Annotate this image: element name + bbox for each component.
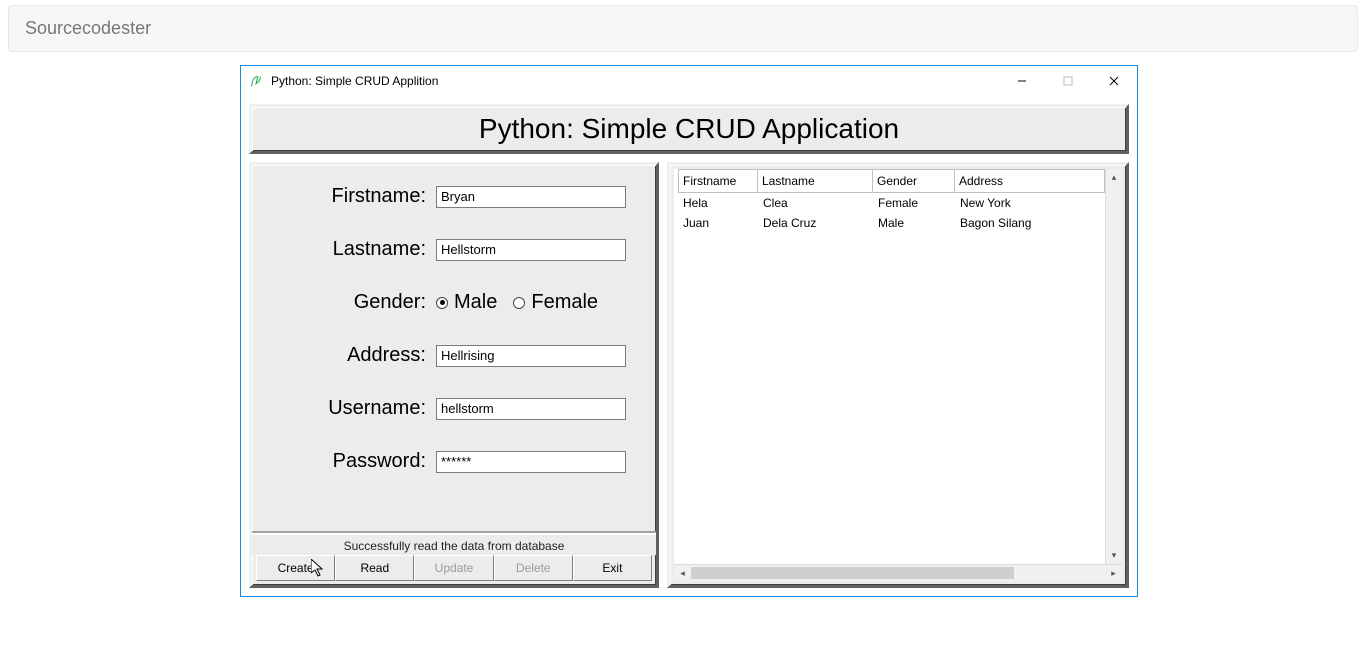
col-lastname[interactable]: Lastname: [758, 169, 873, 193]
col-firstname[interactable]: Firstname: [678, 169, 758, 193]
lastname-input[interactable]: [436, 239, 626, 261]
cell: New York: [955, 196, 1105, 210]
close-button[interactable]: [1091, 66, 1137, 96]
cell: Bagon Silang: [955, 216, 1105, 230]
app-header-panel: Python: Simple CRUD Application: [249, 104, 1129, 154]
gender-row: Gender: Male Female: [266, 291, 642, 314]
form-panel: Firstname: Lastname: Gender: Male: [249, 162, 659, 588]
table-row[interactable]: Hela Clea Female New York: [674, 193, 1105, 213]
address-input[interactable]: [436, 345, 626, 367]
cell: Hela: [678, 196, 758, 210]
password-input[interactable]: [436, 451, 626, 473]
radio-male-label: Male: [454, 291, 497, 314]
horizontal-scrollbar[interactable]: ◂ ▸: [674, 564, 1122, 581]
site-header: Sourcecodester: [8, 5, 1358, 52]
password-label: Password:: [266, 450, 436, 473]
create-button[interactable]: Create: [256, 555, 335, 581]
radio-female[interactable]: [513, 297, 525, 309]
tree-content: Firstname Lastname Gender Address Hela C…: [674, 169, 1105, 564]
address-label: Address:: [266, 344, 436, 367]
app-heading: Python: Simple CRUD Application: [479, 113, 899, 145]
app-window: Python: Simple CRUD Applition Python: Si…: [240, 65, 1138, 597]
cell: Male: [873, 216, 955, 230]
delete-button[interactable]: Delete: [494, 555, 573, 581]
password-row: Password:: [266, 450, 642, 473]
minimize-button[interactable]: [999, 66, 1045, 96]
window-controls: [999, 66, 1137, 96]
read-button-label: Read: [360, 561, 389, 575]
exit-button[interactable]: Exit: [573, 555, 652, 581]
firstname-row: Firstname:: [266, 185, 642, 208]
vertical-scrollbar[interactable]: ▴ ▾: [1105, 169, 1122, 564]
read-button[interactable]: Read: [335, 555, 414, 581]
table-row[interactable]: Juan Dela Cruz Male Bagon Silang: [674, 213, 1105, 233]
radio-male[interactable]: [436, 297, 448, 309]
site-title: Sourcecodester: [25, 18, 151, 38]
lastname-row: Lastname:: [266, 238, 642, 261]
gender-radio-group: Male Female: [436, 291, 598, 314]
scroll-down-icon[interactable]: ▾: [1106, 547, 1122, 564]
maximize-button[interactable]: [1045, 66, 1091, 96]
radio-female-label: Female: [531, 291, 598, 314]
delete-button-label: Delete: [516, 561, 551, 575]
table-header-row: Firstname Lastname Gender Address: [674, 169, 1105, 193]
firstname-label: Firstname:: [266, 185, 436, 208]
lastname-label: Lastname:: [266, 238, 436, 261]
scroll-track-h[interactable]: [691, 565, 1105, 581]
cell: Clea: [758, 196, 873, 210]
body-row: Firstname: Lastname: Gender: Male: [249, 162, 1129, 588]
create-button-label: Create: [278, 561, 314, 575]
window-client-area: Python: Simple CRUD Application Firstnam…: [241, 96, 1137, 596]
cell: Female: [873, 196, 955, 210]
form-fields: Firstname: Lastname: Gender: Male: [252, 165, 656, 533]
update-button[interactable]: Update: [414, 555, 493, 581]
scroll-right-icon[interactable]: ▸: [1105, 565, 1122, 582]
firstname-input[interactable]: [436, 186, 626, 208]
table-panel: Firstname Lastname Gender Address Hela C…: [667, 162, 1129, 588]
scroll-track-v[interactable]: [1106, 186, 1122, 547]
username-label: Username:: [266, 397, 436, 420]
button-bar: Create Read Update Delete Exit: [252, 555, 656, 585]
username-row: Username:: [266, 397, 642, 420]
col-gender[interactable]: Gender: [873, 169, 955, 193]
scroll-thumb-h[interactable]: [691, 567, 1014, 579]
username-input[interactable]: [436, 398, 626, 420]
cell: Dela Cruz: [758, 216, 873, 230]
scroll-left-icon[interactable]: ◂: [674, 565, 691, 582]
exit-button-label: Exit: [602, 561, 622, 575]
cell: Juan: [678, 216, 758, 230]
data-treeview[interactable]: Firstname Lastname Gender Address Hela C…: [674, 169, 1122, 564]
update-button-label: Update: [435, 561, 474, 575]
scroll-up-icon[interactable]: ▴: [1106, 169, 1122, 186]
status-message: Successfully read the data from database: [252, 533, 656, 555]
col-address[interactable]: Address: [955, 169, 1105, 193]
address-row: Address:: [266, 344, 642, 367]
python-icon: [249, 74, 263, 88]
gender-label: Gender:: [266, 291, 436, 314]
